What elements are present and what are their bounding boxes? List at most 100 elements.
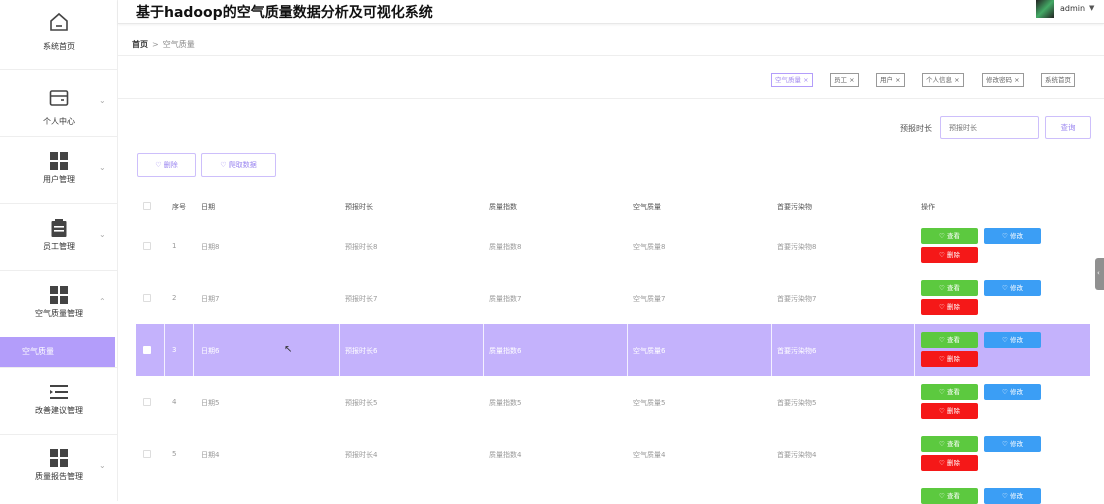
tag-home[interactable]: 系统首页 xyxy=(1041,73,1075,87)
column-header: 空气质量 xyxy=(633,203,661,211)
close-icon[interactable]: × xyxy=(895,76,900,84)
tag-users[interactable]: 用户 × xyxy=(876,73,905,87)
button-label: 修改 xyxy=(1009,336,1023,344)
breadcrumb-home[interactable]: 首页 xyxy=(132,40,148,49)
sidebar-item-users[interactable]: 用户管理 ⌄ xyxy=(0,137,118,204)
heart-icon: ♡ xyxy=(939,459,945,467)
button-label: 删除 xyxy=(946,251,960,259)
button-label: 查看 xyxy=(946,336,960,344)
tag-staff[interactable]: 员工 × xyxy=(830,73,859,87)
delete-button[interactable]: ♡ 删除 xyxy=(921,299,978,315)
crawl-data-button[interactable]: ♡ 爬取数据 xyxy=(201,153,276,177)
home-icon xyxy=(50,12,68,31)
view-button[interactable]: ♡ 查看 xyxy=(921,280,978,296)
chevron-down-icon: ⌄ xyxy=(99,461,106,470)
cell-date: 日期6 xyxy=(201,347,220,355)
sidebar-item-staff[interactable]: 员工管理 ⌄ xyxy=(0,204,118,271)
view-button[interactable]: ♡ 查看 xyxy=(921,488,978,504)
cell-primary-pollutant: 首要污染物8 xyxy=(777,243,817,251)
cell-index: 3 xyxy=(172,346,177,354)
row-checkbox[interactable] xyxy=(143,346,151,354)
sidebar-item-label: 个人中心 xyxy=(43,117,75,126)
tag-profile[interactable]: 个人信息 × xyxy=(922,73,964,87)
avatar[interactable] xyxy=(1036,0,1054,18)
edit-button[interactable]: ♡ 修改 xyxy=(984,332,1041,348)
sidebar-item-reports[interactable]: 质量报告管理 ⌄ xyxy=(0,435,118,501)
delete-button[interactable]: ♡ 删除 xyxy=(921,455,978,471)
heart-icon: ♡ xyxy=(1002,232,1008,240)
cell-index: 5 xyxy=(172,450,177,458)
breadcrumb-separator: > xyxy=(152,40,159,49)
view-button[interactable]: ♡ 查看 xyxy=(921,384,978,400)
button-label: 查看 xyxy=(946,232,960,240)
tag-air-quality[interactable]: 空气质量 × xyxy=(771,73,813,87)
view-button[interactable]: ♡ 查看 xyxy=(921,436,978,452)
select-all-checkbox[interactable] xyxy=(143,202,151,210)
heart-icon: ♡ xyxy=(939,303,945,311)
edit-button[interactable]: ♡ 修改 xyxy=(984,384,1041,400)
delete-button[interactable]: ♡ 删除 xyxy=(921,247,978,263)
cell-quality-index: 质量指数6 xyxy=(489,347,522,355)
heart-icon: ♡ xyxy=(1002,336,1008,344)
search-label: 预报时长 xyxy=(900,124,932,133)
collapse-tab[interactable]: ‹ xyxy=(1095,258,1104,290)
cell-primary-pollutant: 首要污染物7 xyxy=(777,295,817,303)
row-checkbox[interactable] xyxy=(143,242,151,250)
heart-icon: ♡ xyxy=(1002,492,1008,500)
row-checkbox[interactable] xyxy=(143,294,151,302)
sidebar-item-label: 系统首页 xyxy=(43,42,75,51)
edit-button[interactable]: ♡ 修改 xyxy=(984,436,1041,452)
cell-forecast-duration: 预报时长4 xyxy=(345,451,378,459)
close-icon[interactable]: × xyxy=(849,76,854,84)
heart-icon: ♡ xyxy=(939,232,945,240)
divider xyxy=(118,98,1104,99)
search-input[interactable] xyxy=(940,116,1039,139)
heart-icon: ♡ xyxy=(939,407,945,415)
view-button[interactable]: ♡ 查看 xyxy=(921,332,978,348)
cell-primary-pollutant: 首要污染物4 xyxy=(777,451,817,459)
cell-date: 日期5 xyxy=(201,399,220,407)
cell-date: 日期8 xyxy=(201,243,220,251)
close-icon[interactable]: × xyxy=(1014,76,1019,84)
sidebar-item-label: 质量报告管理 xyxy=(35,472,83,481)
caret-down-icon[interactable]: ▼ xyxy=(1089,4,1094,12)
edit-button[interactable]: ♡ 修改 xyxy=(984,228,1041,244)
tag-label: 用户 xyxy=(880,76,893,84)
grid-icon xyxy=(50,152,68,170)
delete-button[interactable]: ♡ 删除 xyxy=(921,403,978,419)
batch-delete-button[interactable]: ♡ 删除 xyxy=(137,153,196,177)
username[interactable]: admin xyxy=(1060,4,1085,13)
cell-air-quality: 空气质量6 xyxy=(633,347,666,355)
heart-icon: ♡ xyxy=(939,355,945,363)
sidebar-item-home[interactable]: 系统首页 xyxy=(0,0,118,70)
edit-button[interactable]: ♡ 修改 xyxy=(984,280,1041,296)
edit-button[interactable]: ♡ 修改 xyxy=(984,488,1041,504)
close-icon[interactable]: × xyxy=(954,76,959,84)
row-checkbox[interactable] xyxy=(143,398,151,406)
cell-forecast-duration: 预报时长6 xyxy=(345,347,378,355)
cell-index: 1 xyxy=(172,242,177,250)
cell-air-quality: 空气质量4 xyxy=(633,451,666,459)
column-header: 操作 xyxy=(921,203,935,211)
heart-icon: ♡ xyxy=(939,336,945,344)
tag-label: 空气质量 xyxy=(775,76,801,84)
button-label: 修改 xyxy=(1009,492,1023,500)
button-label: 删除 xyxy=(946,303,960,311)
cell-forecast-duration: 预报时长8 xyxy=(345,243,378,251)
row-checkbox[interactable] xyxy=(143,450,151,458)
cell-forecast-duration: 预报时长7 xyxy=(345,295,378,303)
sidebar-item-suggestions[interactable]: 改善建议管理 xyxy=(0,367,118,435)
divider xyxy=(118,55,1104,56)
column-header: 预报时长 xyxy=(345,203,373,211)
sidebar-item-personal[interactable]: 个人中心 ⌄ xyxy=(0,70,118,137)
view-button[interactable]: ♡ 查看 xyxy=(921,228,978,244)
tag-change-password[interactable]: 修改密码 × xyxy=(982,73,1024,87)
search-button[interactable]: 查询 xyxy=(1045,116,1091,139)
cell-date: 日期7 xyxy=(201,295,220,303)
sidebar-item-label: 用户管理 xyxy=(43,175,75,184)
delete-button[interactable]: ♡ 删除 xyxy=(921,351,978,367)
heart-icon: ♡ xyxy=(939,492,945,500)
close-icon[interactable]: × xyxy=(803,76,808,84)
sidebar: 系统首页 个人中心 ⌄ 用户管理 ⌄ 员工管理 ⌄ 空气质量管理 ⌃ 空气质量 … xyxy=(0,0,118,501)
sidebar-subitem-air-quality[interactable]: 空气质量 xyxy=(0,337,115,367)
